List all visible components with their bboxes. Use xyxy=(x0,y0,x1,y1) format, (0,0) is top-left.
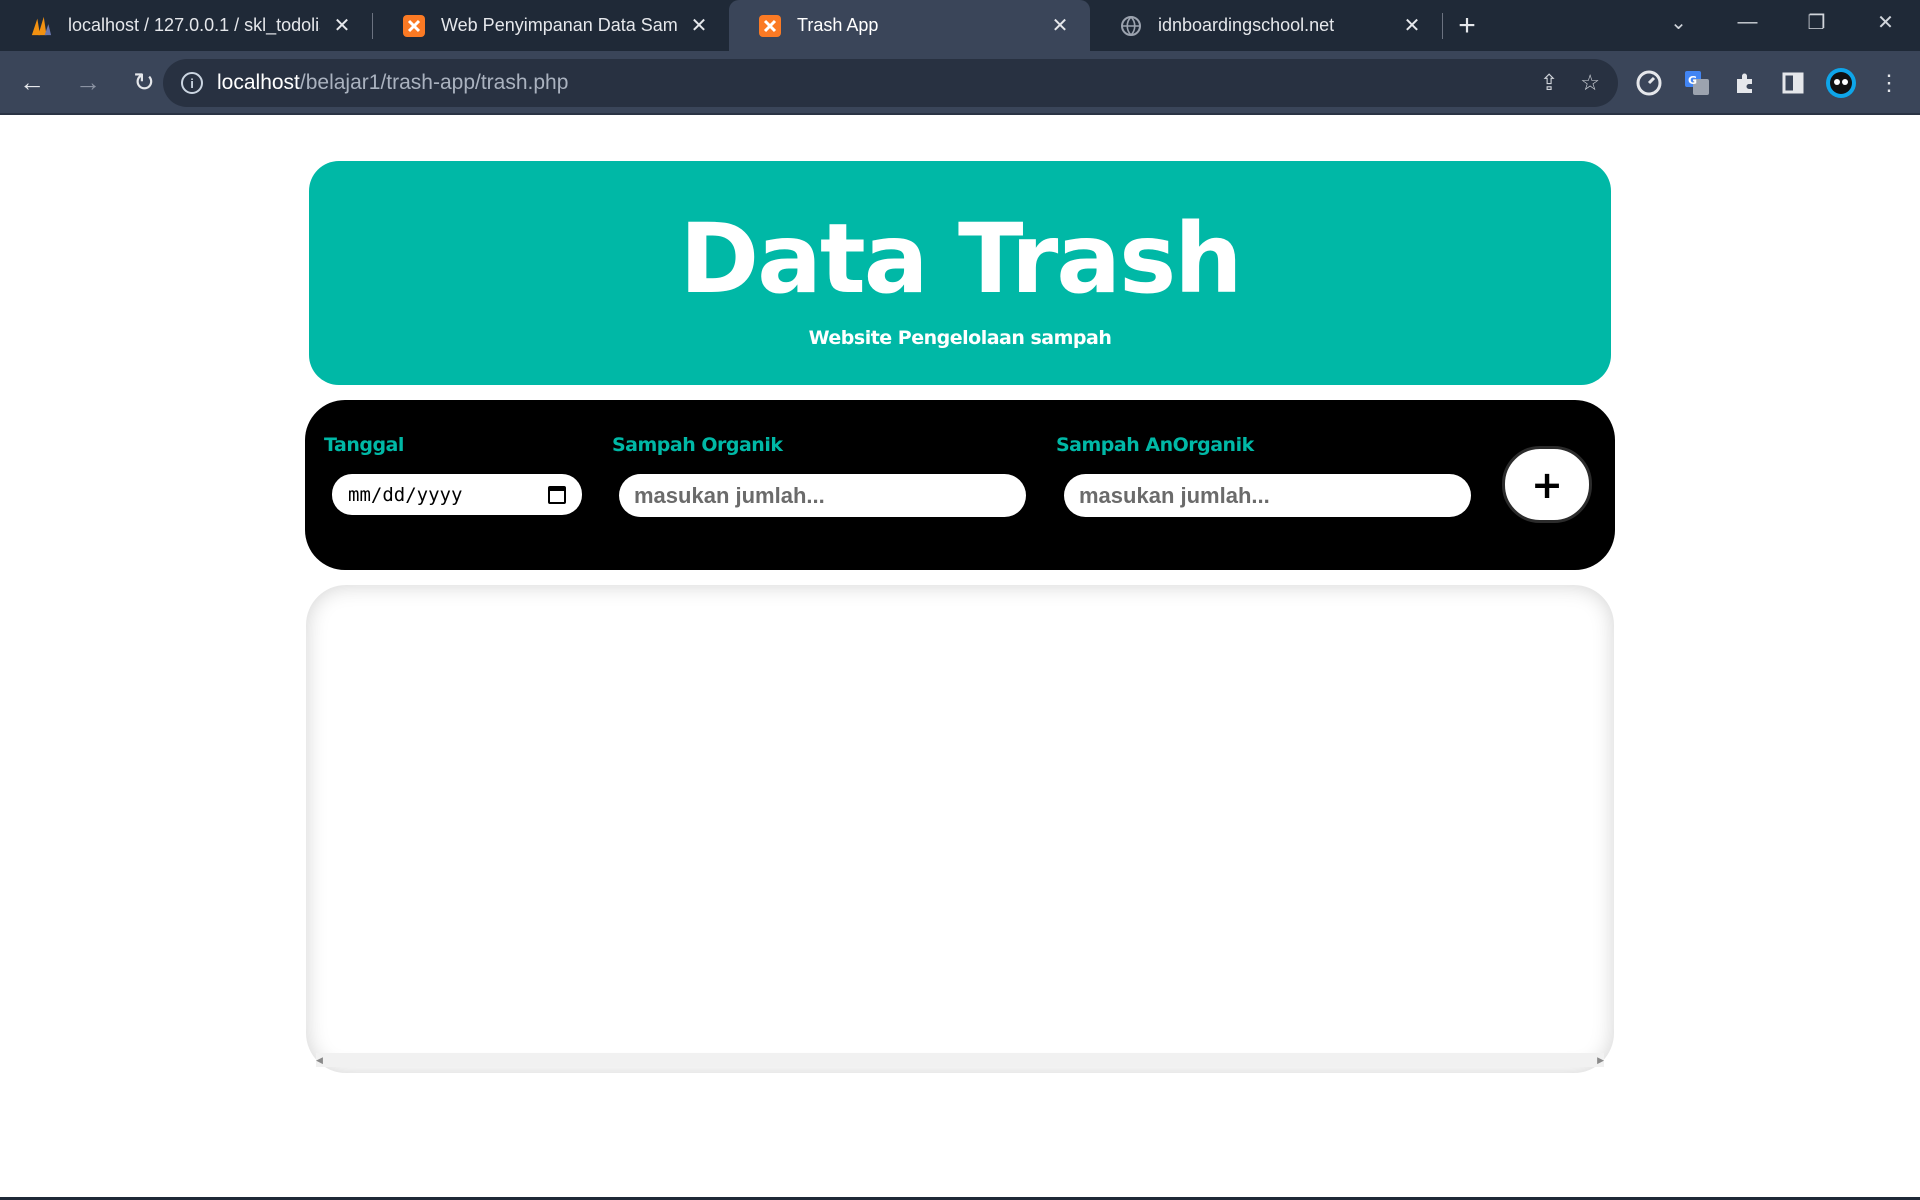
tab-phpmyadmin[interactable]: localhost / 127.0.0.1 / skl_todolis ✕ xyxy=(0,0,372,51)
date-input[interactable]: mm/dd/yyyy xyxy=(332,474,582,515)
translate-extension-icon[interactable]: G xyxy=(1680,66,1714,100)
share-icon[interactable]: ⇪ xyxy=(1540,70,1558,96)
site-info-icon[interactable]: i xyxy=(181,72,203,94)
forward-icon[interactable]: → xyxy=(64,58,112,106)
new-tab-icon[interactable]: + xyxy=(1443,0,1491,51)
close-icon[interactable]: ✕ xyxy=(330,14,354,38)
back-icon[interactable]: ← xyxy=(8,58,56,106)
svg-text:G: G xyxy=(1688,74,1697,87)
speedometer-extension-icon[interactable] xyxy=(1632,66,1666,100)
menu-kebab-icon[interactable]: ⋮ xyxy=(1872,66,1906,100)
scroll-right-icon[interactable]: ▶ xyxy=(1597,1055,1604,1066)
reload-icon[interactable]: ↻ xyxy=(120,58,168,106)
side-panel-icon[interactable] xyxy=(1776,66,1810,100)
phpmyadmin-icon xyxy=(30,15,52,37)
tab-web-penyimpanan[interactable]: Web Penyimpanan Data Sampah ✕ xyxy=(373,0,729,51)
inorganic-amount-input[interactable] xyxy=(1064,474,1471,517)
url-path: /belajar1/trash-app/trash.php xyxy=(299,71,569,94)
xampp-icon xyxy=(403,14,425,37)
trash-entry-form: Tanggal mm/dd/yyyy Sampah Organik Sampah… xyxy=(305,400,1615,570)
scroll-left-icon[interactable]: ◀ xyxy=(316,1055,323,1066)
close-icon[interactable]: ✕ xyxy=(1048,14,1072,38)
browser-toolbar: ← → ↻ i localhost/belajar1/trash-app/tra… xyxy=(0,51,1920,115)
organic-label: Sampah Organik xyxy=(612,434,783,456)
add-button[interactable]: + xyxy=(1502,446,1592,523)
calendar-icon[interactable] xyxy=(548,485,566,504)
puzzle-icon[interactable] xyxy=(1728,66,1762,100)
tab-title: Web Penyimpanan Data Sampah xyxy=(441,15,677,35)
window-close-icon[interactable]: ✕ xyxy=(1851,10,1920,35)
close-icon[interactable]: ✕ xyxy=(687,14,711,38)
tab-title: idnboardingschool.net xyxy=(1158,15,1335,35)
horizontal-scrollbar[interactable]: ◀ ▶ xyxy=(316,1053,1604,1067)
tab-idnboardingschool[interactable]: idnboardingschool.net ✕ xyxy=(1090,0,1442,51)
extensions-area: G ⋮ xyxy=(1632,59,1920,107)
globe-icon xyxy=(1120,15,1142,37)
tab-title: localhost / 127.0.0.1 / skl_todolis xyxy=(68,15,320,35)
page-title: Data Trash xyxy=(679,203,1242,315)
window-controls: ⌄ — ❐ ✕ xyxy=(1644,0,1920,44)
tab-strip: localhost / 127.0.0.1 / skl_todolis ✕ We… xyxy=(0,0,1920,51)
page-subtitle: Website Pengelolaan sampah xyxy=(808,327,1112,349)
address-bar[interactable]: i localhost/belajar1/trash-app/trash.php… xyxy=(163,59,1618,107)
profile-avatar-icon[interactable] xyxy=(1824,66,1858,100)
url-host: localhost xyxy=(217,71,300,94)
tab-search-icon[interactable]: ⌄ xyxy=(1644,10,1713,35)
tab-title: Trash App xyxy=(797,15,879,35)
header-banner: Data Trash Website Pengelolaan sampah xyxy=(309,161,1611,385)
page-content: Data Trash Website Pengelolaan sampah Ta… xyxy=(0,117,1920,1200)
organic-amount-input[interactable] xyxy=(619,474,1026,517)
bookmark-star-icon[interactable]: ☆ xyxy=(1580,70,1600,96)
date-label: Tanggal xyxy=(324,434,404,456)
minimize-icon[interactable]: — xyxy=(1713,11,1782,34)
xampp-icon xyxy=(759,14,781,37)
close-icon[interactable]: ✕ xyxy=(1400,14,1424,38)
trash-list-panel: ◀ ▶ xyxy=(306,585,1614,1073)
restore-icon[interactable]: ❐ xyxy=(1782,10,1851,35)
tab-trash-app[interactable]: Trash App ✕ xyxy=(729,0,1090,51)
inorganic-label: Sampah AnOrganik xyxy=(1056,434,1254,456)
date-placeholder: mm/dd/yyyy xyxy=(348,483,463,506)
